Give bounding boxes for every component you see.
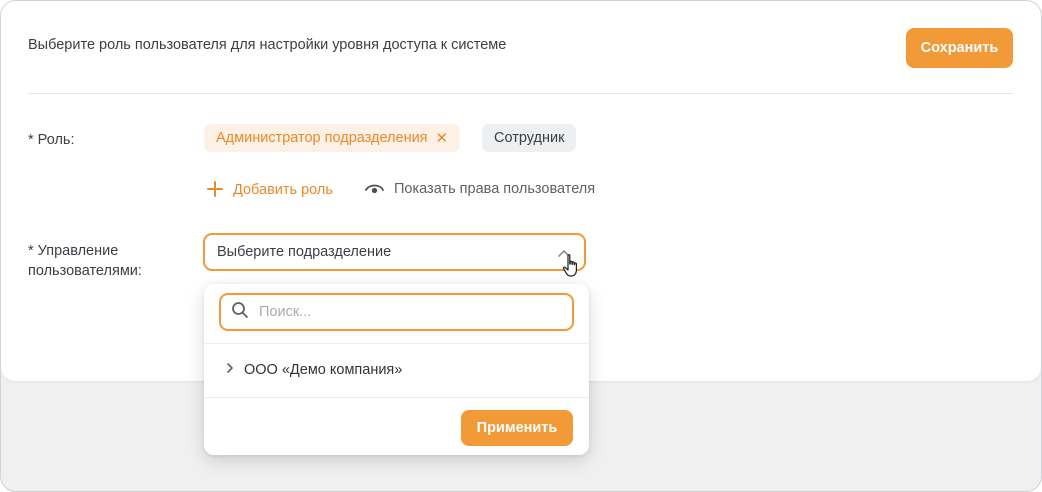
department-select-placeholder: Выберите подразделение [217,244,392,260]
add-role-button[interactable]: Добавить роль [206,179,333,201]
role-tag-label: Администратор подразделения [216,130,428,146]
chevron-right-icon[interactable] [226,362,234,378]
search-icon [231,301,249,324]
role-label: * Роль: [28,132,75,148]
plus-icon [206,179,224,201]
apply-button[interactable]: Применить [461,410,573,446]
dropdown-divider [204,343,589,344]
header-divider [28,93,1013,94]
tree-item[interactable]: ООО «Демо компания» [226,362,402,378]
search-input[interactable] [257,303,551,321]
close-icon[interactable]: ✕ [436,131,449,146]
manage-users-label-line1: * Управление [28,243,119,259]
eye-icon [365,182,384,196]
page-description: Выберите роль пользователя для настройки… [28,37,507,53]
manage-users-label: * Управление пользователями: [28,241,188,281]
show-rights-label: Показать права пользователя [394,181,596,197]
role-tag-employee[interactable]: Сотрудник [482,124,577,152]
tree-item-label: ООО «Демо компания» [244,362,403,378]
hand-pointer-icon [561,253,583,284]
dropdown-divider [204,397,589,398]
department-select[interactable]: Выберите подразделение [203,233,586,271]
role-tag-label: Сотрудник [494,130,565,146]
department-dropdown: ООО «Демо компания» Применить [204,284,589,455]
window-frame: Выберите роль пользователя для настройки… [0,0,1042,492]
add-role-label: Добавить роль [233,182,333,198]
search-field[interactable] [219,293,574,331]
role-tag-admin[interactable]: Администратор подразделения ✕ [204,124,461,152]
show-rights-button[interactable]: Показать права пользователя [365,181,595,197]
save-button[interactable]: Сохранить [906,28,1013,68]
manage-users-label-line2: пользователями: [28,263,142,279]
